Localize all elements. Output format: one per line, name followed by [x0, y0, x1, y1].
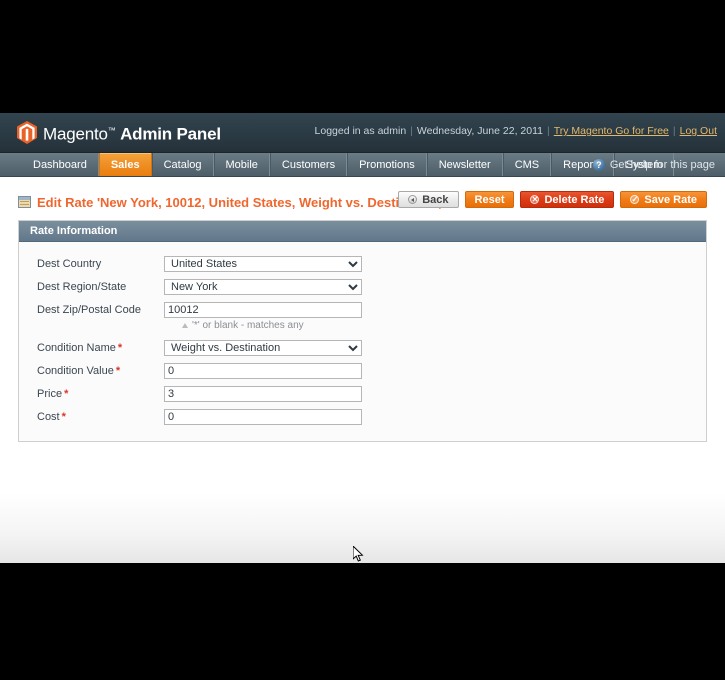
label-price: Price* — [19, 388, 164, 400]
admin-header: Magento™ Admin Panel Logged in as admin|… — [0, 113, 725, 153]
required-marker: * — [116, 365, 120, 377]
nav-label: Customers — [282, 159, 335, 171]
logo-trademark: ™ — [108, 126, 116, 135]
field-row-dest-region-state: Dest Region/State New York — [19, 279, 706, 295]
control-dest-zip-postal-code — [164, 302, 362, 318]
links-separator-3: | — [673, 125, 676, 137]
arrow-left-icon — [408, 195, 417, 204]
label-text: Cost — [37, 411, 60, 423]
field-row-price: Price* — [19, 386, 706, 402]
label-text: Dest Country — [37, 258, 101, 270]
logged-in-label: Logged in as admin — [315, 125, 407, 137]
delete-x-icon: ✕ — [530, 195, 539, 204]
nav-label: Promotions — [359, 159, 415, 171]
control-dest-country: United States — [164, 256, 362, 272]
main-navigation: Dashboard Sales Catalog Mobile Customers… — [0, 153, 725, 177]
header-account-links: Logged in as admin|Wednesday, June 22, 2… — [315, 125, 717, 137]
label-dest-region-state: Dest Region/State — [19, 281, 164, 293]
label-text: Condition Value — [37, 365, 114, 377]
logo-magento-text: Magento — [43, 125, 108, 144]
back-button[interactable]: Back — [398, 191, 458, 208]
nav-label: Catalog — [164, 159, 202, 171]
rate-information-panel: Rate Information Dest Country United Sta… — [18, 220, 707, 442]
hint-triangle-icon — [182, 323, 188, 328]
control-price — [164, 386, 362, 402]
nav-label: Newsletter — [439, 159, 491, 171]
delete-rate-button-label: Delete Rate — [544, 194, 604, 206]
cost-input[interactable] — [164, 409, 362, 425]
logo-admin-panel-text: Admin Panel — [120, 125, 221, 144]
control-dest-region-state: New York — [164, 279, 362, 295]
field-row-cost: Cost* — [19, 409, 706, 425]
links-separator-2: | — [547, 125, 550, 137]
required-marker: * — [118, 342, 122, 354]
page-background-gradient — [0, 493, 725, 563]
get-help-link[interactable]: ? Get help for this page — [593, 153, 715, 177]
condition-name-select[interactable]: Weight vs. Destination — [164, 340, 362, 356]
label-text: Condition Name — [37, 342, 116, 354]
nav-item-dashboard[interactable]: Dashboard — [22, 153, 99, 176]
back-button-label: Back — [422, 194, 448, 206]
magento-logo[interactable]: Magento™ Admin Panel — [17, 121, 221, 144]
current-date: Wednesday, June 22, 2011 — [417, 125, 543, 137]
field-row-condition-value: Condition Value* — [19, 363, 706, 379]
price-input[interactable] — [164, 386, 362, 402]
nav-item-customers[interactable]: Customers — [270, 153, 347, 176]
page-title: Edit Rate 'New York, 10012, United State… — [37, 195, 456, 210]
label-dest-zip-postal-code: Dest Zip/Postal Code — [19, 304, 164, 316]
log-out-link[interactable]: Log Out — [680, 125, 717, 137]
field-row-dest-zip-postal-code: Dest Zip/Postal Code — [19, 302, 706, 318]
page-header-row: Edit Rate 'New York, 10012, United State… — [18, 188, 707, 216]
dest-country-select[interactable]: United States — [164, 256, 362, 272]
page-actions-toolbar: Back Reset ✕ Delete Rate ✓ Save Rate — [398, 191, 707, 208]
logo-wordmark: Magento™ Admin Panel — [43, 121, 221, 144]
nav-label: Sales — [111, 159, 140, 171]
dest-region-state-select[interactable]: New York — [164, 279, 362, 295]
field-row-condition-name: Condition Name* Weight vs. Destination — [19, 340, 706, 356]
condition-value-input[interactable] — [164, 363, 362, 379]
label-text: Dest Region/State — [37, 281, 126, 293]
nav-label: CMS — [515, 159, 539, 171]
table-grid-icon — [18, 196, 31, 208]
content-area: Edit Rate 'New York, 10012, United State… — [0, 188, 725, 442]
label-text: Dest Zip/Postal Code — [37, 304, 141, 316]
panel-body: Dest Country United States Dest Region/S… — [19, 242, 706, 441]
nav-item-catalog[interactable]: Catalog — [152, 153, 214, 176]
hint-text: '*' or blank - matches any — [192, 320, 304, 331]
label-cost: Cost* — [19, 411, 164, 423]
browser-viewport: Magento™ Admin Panel Logged in as admin|… — [0, 113, 725, 563]
field-row-dest-country: Dest Country United States — [19, 256, 706, 272]
nav-item-newsletter[interactable]: Newsletter — [427, 153, 503, 176]
dest-zip-postal-code-input[interactable] — [164, 302, 362, 318]
reset-button[interactable]: Reset — [465, 191, 515, 208]
nav-item-promotions[interactable]: Promotions — [347, 153, 427, 176]
question-circle-icon: ? — [593, 159, 605, 171]
reset-button-label: Reset — [475, 194, 505, 206]
check-icon: ✓ — [630, 195, 639, 204]
control-condition-name: Weight vs. Destination — [164, 340, 362, 356]
panel-legend: Rate Information — [19, 221, 706, 242]
label-dest-country: Dest Country — [19, 258, 164, 270]
required-marker: * — [64, 388, 68, 400]
magento-hexagon-icon — [17, 121, 37, 144]
save-rate-button[interactable]: ✓ Save Rate — [620, 191, 707, 208]
control-cost — [164, 409, 362, 425]
control-condition-value — [164, 363, 362, 379]
nav-label: Mobile — [226, 159, 258, 171]
label-condition-value: Condition Value* — [19, 365, 164, 377]
dest-zip-hint: '*' or blank - matches any — [19, 320, 706, 331]
help-label: Get help for this page — [610, 159, 715, 171]
try-magento-go-link[interactable]: Try Magento Go for Free — [554, 125, 669, 137]
nav-item-cms[interactable]: CMS — [503, 153, 551, 176]
links-separator-1: | — [410, 125, 413, 137]
label-text: Price — [37, 388, 62, 400]
required-marker: * — [62, 411, 66, 423]
save-rate-button-label: Save Rate — [644, 194, 697, 206]
nav-item-mobile[interactable]: Mobile — [214, 153, 270, 176]
nav-label: Dashboard — [33, 159, 87, 171]
label-condition-name: Condition Name* — [19, 342, 164, 354]
delete-rate-button[interactable]: ✕ Delete Rate — [520, 191, 614, 208]
nav-item-sales[interactable]: Sales — [99, 153, 152, 176]
